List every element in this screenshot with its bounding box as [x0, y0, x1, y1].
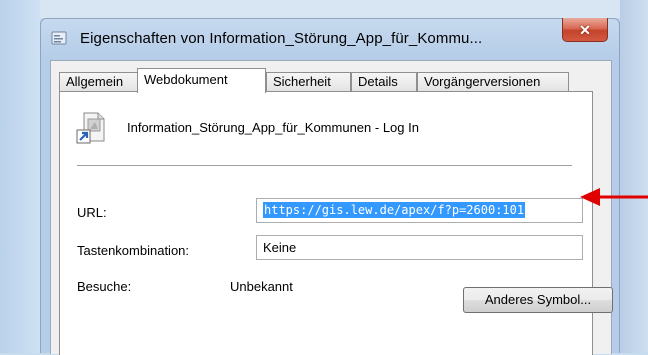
- visits-value: Unbekannt: [230, 279, 293, 294]
- tab-sicherheit[interactable]: Sicherheit: [266, 72, 351, 92]
- url-label: URL:: [77, 205, 107, 220]
- shortcut-field[interactable]: Keine: [256, 235, 583, 260]
- window-title: Eigenschaften von Information_Störung_Ap…: [80, 30, 483, 47]
- divider: [77, 165, 572, 166]
- dialog-client-area: Allgemein Webdokument Sicherheit Details…: [50, 60, 613, 355]
- shortcut-label: Tastenkombination:: [77, 243, 190, 258]
- annotation-arrow-icon: [580, 188, 648, 206]
- desktop-background-left: [0, 0, 40, 353]
- properties-icon: [51, 31, 67, 45]
- visits-label: Besuche:: [77, 279, 132, 294]
- title-bar[interactable]: Eigenschaften von Information_Störung_Ap…: [41, 18, 619, 63]
- close-icon: ✕: [579, 21, 591, 38]
- tab-page-webdokument: Information_Störung_App_für_Kommunen - L…: [59, 91, 593, 355]
- tab-allgemein[interactable]: Allgemein: [59, 72, 139, 92]
- tab-webdokument[interactable]: Webdokument: [137, 68, 266, 93]
- desktop-background-right: [620, 0, 648, 353]
- internet-shortcut-icon: [76, 112, 105, 144]
- desktop-background-top: [0, 0, 648, 18]
- url-field[interactable]: https://gis.lew.de/apex/f?p=2600:101: [256, 198, 583, 223]
- change-icon-button[interactable]: Anderes Symbol...: [463, 287, 613, 313]
- properties-dialog: Eigenschaften von Information_Störung_Ap…: [40, 18, 620, 355]
- close-button[interactable]: ✕: [562, 18, 608, 42]
- tab-details[interactable]: Details: [351, 72, 417, 92]
- url-value: https://gis.lew.de/apex/f?p=2600:101: [263, 202, 526, 218]
- document-name: Information_Störung_App_für_Kommunen - L…: [127, 120, 419, 135]
- tab-vorgaengerversionen[interactable]: Vorgängerversionen: [417, 72, 569, 92]
